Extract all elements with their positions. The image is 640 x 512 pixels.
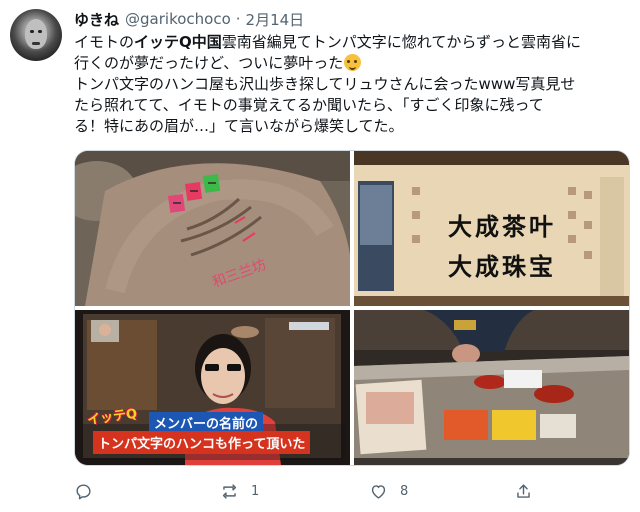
avatar-mouth bbox=[32, 42, 40, 45]
smiling-face-with-hearts-icon bbox=[344, 54, 362, 71]
avatar[interactable] bbox=[10, 9, 62, 61]
action-bar: 1 8 bbox=[74, 478, 628, 504]
text-span: 雲南省編見てトンパ文字に惚れてからずっと雲南省に bbox=[221, 33, 582, 51]
share-button[interactable] bbox=[514, 478, 533, 504]
text-span: イモトの bbox=[74, 33, 135, 51]
retweet-button[interactable]: 1 bbox=[220, 478, 259, 504]
retweet-count: 1 bbox=[251, 483, 260, 499]
reply-button[interactable] bbox=[74, 478, 105, 504]
text-line-2: 行くのが夢だったけど、ついに夢叶った bbox=[74, 53, 634, 74]
text-span: 行くのが夢だったけど、ついに夢叶った bbox=[74, 54, 344, 72]
separator-dot: · bbox=[235, 10, 241, 28]
text-line-4: たら照れてて、イモトの事覚えてるか聞いたら、「すごく印象に残って bbox=[74, 96, 544, 114]
tv-caption-line-2: トンパ文字のハンコも作って頂いた bbox=[93, 431, 311, 454]
tweet[interactable]: ゆきね @garikochoco · 2月14日 イモトのイッテQ中国雲南省編見… bbox=[0, 0, 640, 512]
author-name[interactable]: ゆきね bbox=[74, 9, 119, 30]
tweet-text: イモトのイッテQ中国雲南省編見てトンパ文字に惚れてからずっと雲南省に 行くのが夢… bbox=[74, 32, 634, 137]
tweet-date[interactable]: 2月14日 bbox=[246, 9, 305, 30]
sign-line-1: 大成茶叶 bbox=[448, 212, 556, 241]
text-line-1: イモトのイッテQ中国雲南省編見てトンパ文字に惚れてからずっと雲南省に bbox=[74, 32, 634, 53]
text-line-5: る！特にあの眉が…」て言いながら爆笑してた。 bbox=[74, 117, 404, 135]
photo-tv-screenshot[interactable]: イッテQ メンバーの名前の トンパ文字のハンコも作って頂いた bbox=[75, 310, 350, 465]
photo-calligraphy-sign[interactable]: 大成茶叶 大成珠宝 bbox=[354, 151, 629, 306]
reply-icon bbox=[76, 483, 91, 499]
like-button[interactable]: 8 bbox=[369, 478, 408, 504]
text-line-3: トンパ文字のハンコ屋も沢山歩き探してリュウさんに会ったwww写真見せ bbox=[74, 75, 576, 93]
tweet-header: ゆきね @garikochoco · 2月14日 bbox=[74, 8, 304, 30]
heart-icon bbox=[371, 484, 386, 499]
like-count: 8 bbox=[400, 483, 409, 499]
photo-stamp-counter-image bbox=[354, 310, 629, 465]
avatar-eye bbox=[30, 30, 34, 33]
author-handle[interactable]: @garikochoco bbox=[125, 10, 231, 28]
media-grid: 和三兰坊 大成茶叶 大成珠宝 イッテQ メンバーの名前の トンパ文字のハンコも作… bbox=[74, 150, 630, 466]
text-bold: イッテQ中国 bbox=[134, 33, 222, 51]
share-icon bbox=[517, 483, 530, 498]
photo-painted-rock[interactable]: 和三兰坊 bbox=[75, 151, 350, 306]
avatar-eye bbox=[38, 30, 42, 33]
tv-caption-line-1: メンバーの名前の bbox=[149, 412, 264, 433]
retweet-icon bbox=[222, 483, 237, 499]
sign-line-2: 大成珠宝 bbox=[448, 252, 556, 281]
photo-stamp-counter[interactable] bbox=[354, 310, 629, 465]
